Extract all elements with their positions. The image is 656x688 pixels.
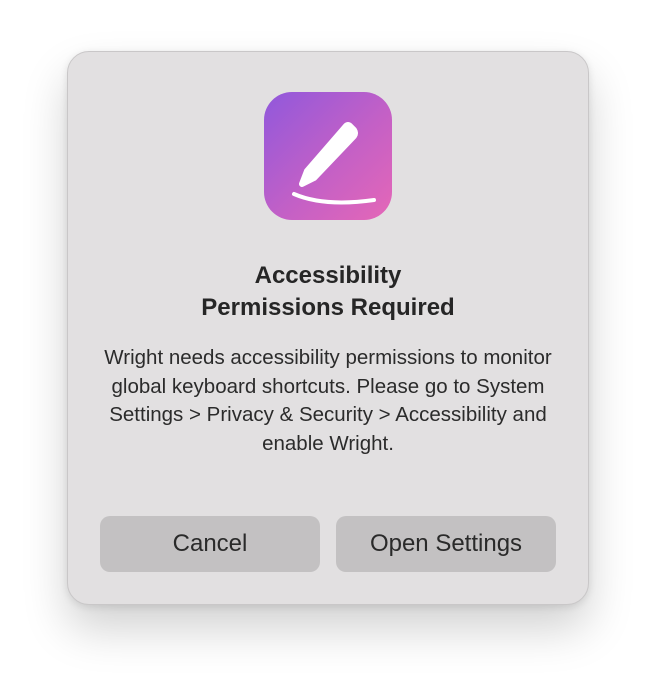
- dialog-message: Wright needs accessibility permissions t…: [104, 346, 552, 455]
- app-icon: [264, 92, 392, 220]
- open-settings-button[interactable]: Open Settings: [336, 516, 556, 572]
- cancel-button[interactable]: Cancel: [100, 516, 320, 572]
- dialog-title: Accessibility Permissions Required: [68, 260, 588, 324]
- dialog-title-line-1: Accessibility: [254, 262, 402, 289]
- permissions-alert-dialog: Accessibility Permissions Required Wrigh…: [67, 51, 589, 605]
- pencil-stroke-icon: [292, 122, 376, 205]
- dialog-title-line-2: Permissions Required: [201, 294, 455, 321]
